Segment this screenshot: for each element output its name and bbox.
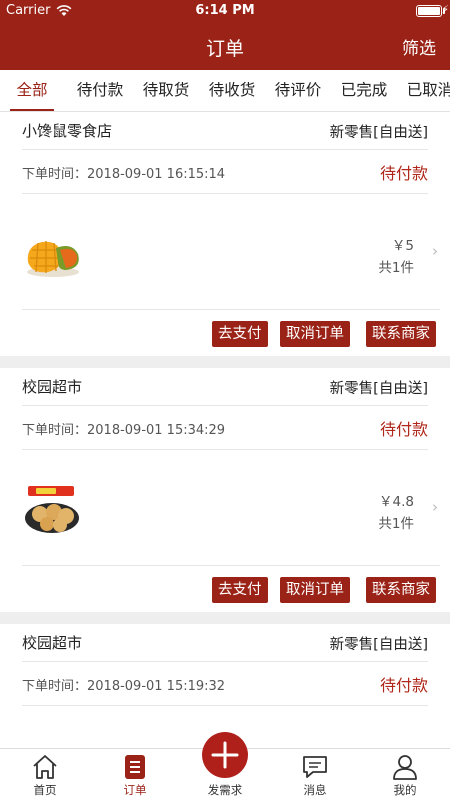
order-item-row[interactable]: ￥5 共1件 › xyxy=(22,194,440,310)
shop-name[interactable]: 小馋鼠零食店 xyxy=(22,120,112,141)
nav-messages-label: 消息 xyxy=(303,783,327,797)
order-time: 下单时间：2018-09-01 15:19:32 xyxy=(22,679,226,694)
nav-profile[interactable]: 我的 xyxy=(360,749,450,800)
charging-icon: ⚡ xyxy=(441,3,449,16)
cancel-order-button[interactable]: 取消订单 xyxy=(280,321,350,347)
page-title: 订单 xyxy=(205,38,244,60)
nav-messages[interactable]: 消息 xyxy=(270,749,360,800)
order-time: 下单时间：2018-09-01 15:34:29 xyxy=(22,423,226,438)
order-time: 下单时间：2018-09-01 16:15:14 xyxy=(22,167,226,182)
status-bar: Carrier 6:14 PM ⚡ xyxy=(0,0,450,22)
delivery-type: 新零售[自由送] xyxy=(329,125,428,141)
chevron-right-icon: › xyxy=(432,498,438,516)
home-icon xyxy=(33,755,57,779)
tab-pending-receipt[interactable]: 待收货 xyxy=(208,70,256,111)
order-shop-row: 校园超市 新零售[自由送] xyxy=(22,368,428,406)
plus-icon xyxy=(211,741,239,769)
nav-profile-label: 我的 xyxy=(393,783,417,797)
nav-orders-label: 订单 xyxy=(123,783,147,797)
order-time-row: 下单时间：2018-09-01 15:34:29 待付款 xyxy=(22,406,428,450)
top-bar: Carrier 6:14 PM ⚡ 订单 筛选 xyxy=(0,0,450,70)
tab-cancelled[interactable]: 已取消 xyxy=(406,70,450,111)
order-time-row: 下单时间：2018-09-01 15:19:32 待付款 xyxy=(22,662,428,706)
order-shop-row: 校园超市 新零售[自由送] xyxy=(22,624,428,662)
item-quantity: 共1件 xyxy=(378,260,414,276)
nav-home[interactable]: 首页 xyxy=(0,749,90,800)
pay-button[interactable]: 去支付 xyxy=(212,577,268,603)
status-time: 6:14 PM xyxy=(195,3,255,18)
order-item-row[interactable]: ￥4.8 共1件 › xyxy=(22,450,440,566)
user-icon xyxy=(393,755,417,780)
order-status: 待付款 xyxy=(379,676,428,695)
item-quantity: 共1件 xyxy=(378,516,414,532)
order-card: 校园超市 新零售[自由送] 下单时间：2018-09-01 15:19:32 待… xyxy=(0,624,450,748)
item-price: ￥5 xyxy=(391,238,414,254)
shop-name[interactable]: 校园超市 xyxy=(22,632,82,653)
order-card: 校园超市 新零售[自由送] 下单时间：2018-09-01 15:34:29 待… xyxy=(0,368,450,612)
battery-icon xyxy=(416,5,445,17)
tab-completed[interactable]: 已完成 xyxy=(340,70,388,111)
item-price: ￥4.8 xyxy=(379,494,414,510)
nav-home-label: 首页 xyxy=(33,783,57,797)
nav-orders[interactable]: 订单 xyxy=(90,749,180,800)
delivery-type: 新零售[自由送] xyxy=(329,637,428,653)
biscuits-image xyxy=(22,484,84,536)
contact-merchant-button[interactable]: 联系商家 xyxy=(366,321,436,347)
order-shop-row: 小馋鼠零食店 新零售[自由送] xyxy=(22,112,428,150)
message-icon xyxy=(303,756,327,778)
shop-name[interactable]: 校园超市 xyxy=(22,376,82,397)
order-card: 小馋鼠零食店 新零售[自由送] 下单时间：2018-09-01 16:15:14… xyxy=(0,112,450,356)
contact-merchant-button[interactable]: 联系商家 xyxy=(366,577,436,603)
tab-pending-review[interactable]: 待评价 xyxy=(274,70,322,111)
mango-image xyxy=(27,241,79,277)
tab-pending-payment[interactable]: 待付款 xyxy=(76,70,124,111)
nav-post-request-label: 发需求 xyxy=(207,783,243,797)
post-request-button[interactable] xyxy=(202,732,248,778)
order-tabs: 全部 待付款 待取货 待收货 待评价 已完成 已取消 xyxy=(0,70,450,112)
order-status: 待付款 xyxy=(379,420,428,439)
pay-button[interactable]: 去支付 xyxy=(212,321,268,347)
delivery-type: 新零售[自由送] xyxy=(329,381,428,397)
chevron-right-icon: › xyxy=(432,242,438,260)
order-time-row: 下单时间：2018-09-01 16:15:14 待付款 xyxy=(22,150,428,194)
cancel-order-button[interactable]: 取消订单 xyxy=(280,577,350,603)
order-icon xyxy=(125,755,145,779)
tab-all[interactable]: 全部 xyxy=(10,70,54,111)
order-status: 待付款 xyxy=(379,164,428,183)
order-actions: 去支付 取消订单 联系商家 xyxy=(0,566,450,612)
tab-pending-pickup[interactable]: 待取货 xyxy=(142,70,190,111)
order-actions: 去支付 取消订单 联系商家 xyxy=(0,310,450,356)
filter-button[interactable]: 筛选 xyxy=(402,34,436,59)
